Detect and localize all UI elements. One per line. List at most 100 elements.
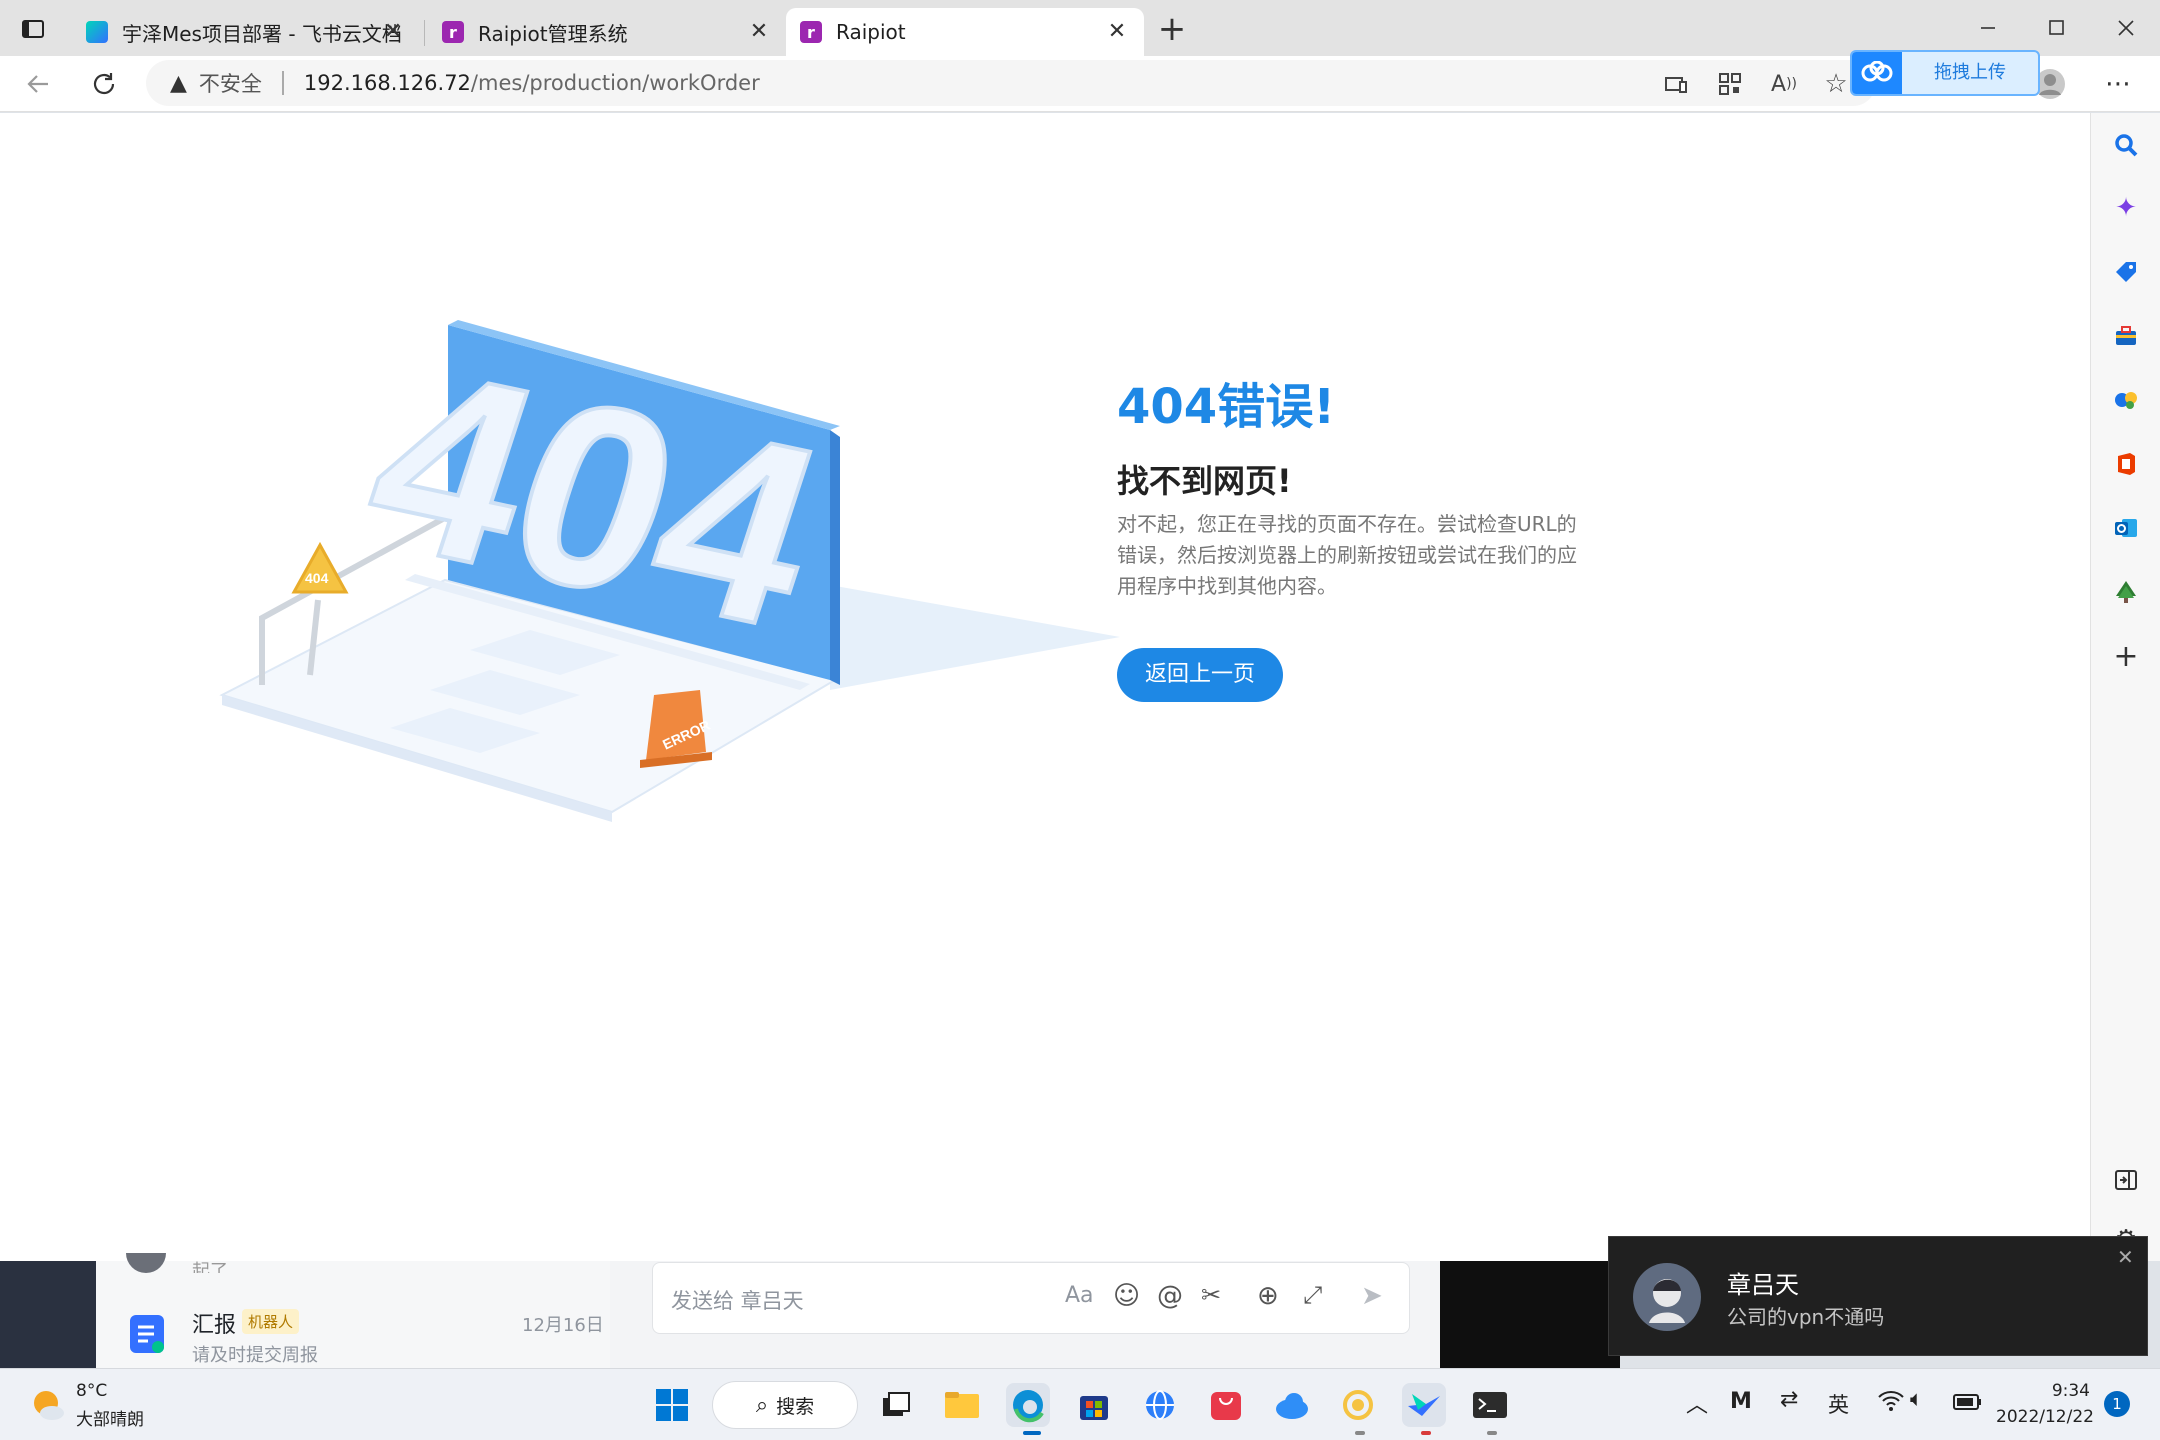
weather-temp[interactable]: 8°C bbox=[76, 1381, 107, 1401]
chat-conversation-list: 起了 汇报 机器人 12月16日 请及时提交周报 bbox=[96, 1253, 610, 1368]
taskbar-search[interactable]: ⌕ 搜索 bbox=[712, 1381, 858, 1429]
shopping-tag-icon[interactable] bbox=[2109, 255, 2143, 289]
upload-widget[interactable]: 拖拽上传 bbox=[1850, 50, 2040, 96]
search-icon[interactable] bbox=[2109, 128, 2143, 162]
error-title: 404错误! bbox=[1117, 379, 1336, 435]
qr-code-icon[interactable] bbox=[1710, 64, 1750, 104]
back-button[interactable]: 返回上一页 bbox=[1117, 648, 1283, 702]
running-indicator bbox=[1023, 1431, 1041, 1435]
app-available-icon[interactable] bbox=[1656, 64, 1696, 104]
url-path[interactable]: /mes/production/workOrder bbox=[471, 71, 760, 95]
cloud-drive-icon[interactable] bbox=[1270, 1383, 1314, 1427]
running-indicator bbox=[1355, 1431, 1365, 1435]
tab-raipiot-admin[interactable]: r Raipiot管理系统 ✕ bbox=[428, 8, 786, 56]
taskbar: 8°C 大部晴朗 ⌕ 搜索 ︿ M ⇄ 英 🔈︎ 9:34 2022/12/22… bbox=[0, 1368, 2160, 1440]
plus-circle-icon[interactable]: ⊕ bbox=[1257, 1281, 1279, 1311]
cloud-icon bbox=[1852, 52, 1902, 94]
weather-icon[interactable] bbox=[28, 1385, 68, 1425]
avatar bbox=[1633, 1263, 1701, 1331]
input-method[interactable]: 英 bbox=[1828, 1389, 1849, 1419]
warning-icon[interactable]: ▲ bbox=[170, 71, 187, 96]
tab-actions-icon[interactable] bbox=[18, 14, 48, 44]
clock-date[interactable]: 2022/12/22 bbox=[1996, 1407, 2094, 1427]
battery-icon[interactable] bbox=[1952, 1389, 1982, 1417]
chat-item-name[interactable]: 汇报 bbox=[192, 1307, 236, 1339]
weather-desc[interactable]: 大部晴朗 bbox=[76, 1405, 144, 1430]
read-aloud-icon[interactable]: A)) bbox=[1764, 64, 1804, 104]
close-icon[interactable]: ✕ bbox=[378, 17, 408, 47]
tree-icon[interactable] bbox=[2109, 575, 2143, 609]
tab-feishu-doc[interactable]: 宇泽Mes项目部署 - 飞书云文档 ✕ bbox=[72, 8, 420, 56]
refresh-icon[interactable] bbox=[84, 64, 124, 104]
url-host[interactable]: 192.168.126.72 bbox=[304, 71, 471, 95]
tray-app-icon[interactable]: M bbox=[1730, 1389, 1752, 1414]
chat-app-sidebar bbox=[0, 1261, 96, 1368]
running-indicator bbox=[1487, 1431, 1497, 1435]
notification-sender: 章吕天 bbox=[1727, 1271, 1799, 1299]
file-explorer-icon[interactable] bbox=[940, 1383, 984, 1427]
navigation-bar: ▲ 不安全 192.168.126.72/mes/production/work… bbox=[0, 56, 2160, 112]
clock-time[interactable]: 9:34 bbox=[2050, 1381, 2090, 1401]
close-icon[interactable]: ✕ bbox=[1102, 17, 1132, 47]
close-window-button[interactable] bbox=[2104, 8, 2148, 48]
maximize-button[interactable] bbox=[2034, 8, 2078, 48]
mention-icon[interactable]: @ bbox=[1157, 1281, 1183, 1311]
volume-icon[interactable]: 🔈︎ bbox=[1910, 1387, 1923, 1412]
start-windows-icon[interactable] bbox=[650, 1383, 694, 1427]
message-notification[interactable]: 章吕天 公司的vpn不通吗 ✕ bbox=[1608, 1236, 2148, 1356]
copilot-sparkle-icon[interactable]: ✦ bbox=[2109, 191, 2143, 225]
terminal-icon[interactable] bbox=[1468, 1383, 1512, 1427]
expand-icon[interactable]: ⤢ bbox=[1303, 1281, 1322, 1309]
games-icon[interactable] bbox=[2109, 383, 2143, 417]
avatar bbox=[126, 1253, 166, 1273]
text-format-icon[interactable]: Aa bbox=[1065, 1283, 1094, 1308]
send-icon[interactable]: ➤ bbox=[1361, 1281, 1383, 1311]
screenshot-scissors-icon[interactable]: ✂ bbox=[1201, 1281, 1221, 1309]
yellow-app-icon[interactable] bbox=[1336, 1383, 1380, 1427]
browser-globe-icon[interactable] bbox=[1138, 1383, 1182, 1427]
close-icon[interactable]: ✕ bbox=[2117, 1245, 2134, 1269]
task-view-icon[interactable] bbox=[874, 1383, 918, 1427]
search-icon: ⌕ bbox=[755, 1392, 769, 1418]
security-label[interactable]: 不安全 bbox=[199, 68, 262, 98]
wifi-icon[interactable] bbox=[1876, 1385, 1906, 1419]
feishu-docs-icon bbox=[86, 21, 108, 43]
outlook-icon[interactable] bbox=[2109, 511, 2143, 545]
running-indicator bbox=[1421, 1431, 1431, 1435]
chat-item-date: 12月16日 bbox=[522, 1315, 604, 1336]
hide-sidebar-icon[interactable] bbox=[2109, 1163, 2143, 1197]
minimize-button[interactable] bbox=[1966, 8, 2010, 48]
tab-raipiot-active[interactable]: r Raipiot ✕ bbox=[786, 8, 1144, 56]
background-window bbox=[1440, 1261, 1620, 1368]
404-illustration: 404 404 ERROR bbox=[219, 313, 1120, 822]
chevron-up-icon[interactable]: ︿ bbox=[1686, 1387, 1708, 1419]
notification-message: 公司的vpn不通吗 bbox=[1727, 1305, 1885, 1329]
office-icon[interactable] bbox=[2109, 447, 2143, 481]
huawei-store-icon[interactable] bbox=[1204, 1383, 1248, 1427]
bot-badge: 机器人 bbox=[242, 1309, 300, 1334]
close-icon[interactable]: ✕ bbox=[744, 17, 774, 47]
add-icon[interactable]: + bbox=[2109, 639, 2143, 674]
microsoft-store-icon[interactable] bbox=[1072, 1383, 1116, 1427]
report-bot-icon bbox=[130, 1315, 164, 1353]
address-bar[interactable]: ▲ 不安全 192.168.126.72/mes/production/work… bbox=[146, 60, 1876, 106]
more-menu-icon[interactable]: ⋯ bbox=[2098, 64, 2138, 104]
edge-sidebar: ✦ + ⚙ bbox=[2090, 113, 2160, 1261]
message-input[interactable]: 发送给 章吕天 Aa ☺ @ ✂ ⊕ ⤢ ➤ bbox=[652, 1262, 1410, 1334]
emoji-icon[interactable]: ☺ bbox=[1113, 1281, 1140, 1311]
back-arrow-icon[interactable] bbox=[18, 64, 58, 104]
tray-sync-icon[interactable]: ⇄ bbox=[1780, 1387, 1798, 1412]
chat-item-preview: 请及时提交周报 bbox=[192, 1345, 318, 1366]
edge-browser-icon[interactable] bbox=[1006, 1383, 1050, 1427]
new-tab-button[interactable]: + bbox=[1152, 10, 1192, 50]
upload-label[interactable]: 拖拽上传 bbox=[1902, 52, 2038, 94]
page-viewport: 404 404 ERROR bbox=[0, 113, 2090, 1261]
tools-briefcase-icon[interactable] bbox=[2109, 319, 2143, 353]
tab-strip: 宇泽Mes项目部署 - 飞书云文档 ✕ r Raipiot管理系统 ✕ r Ra… bbox=[0, 0, 2160, 56]
notification-count-badge[interactable]: 1 bbox=[2104, 1391, 2130, 1417]
tab-divider bbox=[424, 20, 425, 46]
input-placeholder: 发送给 章吕天 bbox=[671, 1289, 804, 1313]
raipiot-icon: r bbox=[442, 21, 464, 43]
feishu-app-icon[interactable] bbox=[1402, 1383, 1446, 1427]
tab-title: Raipiot bbox=[836, 20, 906, 44]
